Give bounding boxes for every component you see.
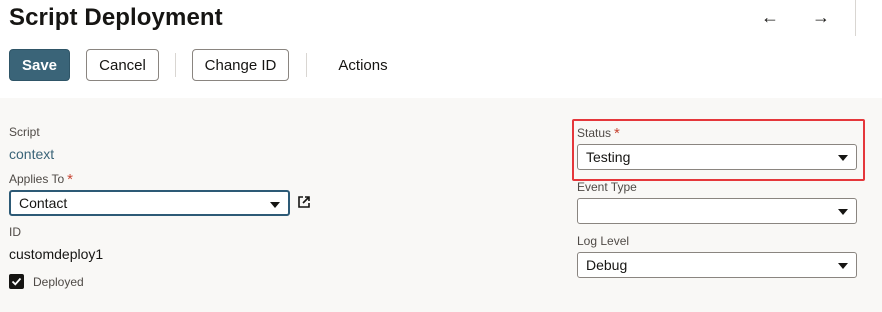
page-header: Script Deployment ← → Save Cancel Change… bbox=[0, 0, 882, 98]
change-id-button[interactable]: Change ID bbox=[192, 49, 289, 81]
actions-menu-button[interactable]: Actions bbox=[324, 49, 402, 81]
applies-to-value: Contact bbox=[19, 195, 68, 211]
applies-to-label-text: Applies To bbox=[9, 172, 65, 186]
status-value: Testing bbox=[586, 149, 631, 165]
script-link[interactable]: context bbox=[9, 146, 54, 162]
deployed-label: Deployed bbox=[33, 275, 84, 289]
chevron-down-icon bbox=[270, 202, 280, 208]
save-button[interactable]: Save bbox=[9, 49, 70, 81]
open-external-icon[interactable] bbox=[297, 195, 311, 209]
log-level-label: Log Level bbox=[577, 234, 630, 248]
required-indicator: * bbox=[614, 125, 620, 142]
arrow-left-icon[interactable]: ← bbox=[761, 6, 779, 28]
script-label: Script bbox=[9, 125, 40, 139]
status-label-text: Status bbox=[577, 126, 612, 140]
event-type-label: Event Type bbox=[577, 180, 637, 194]
log-level-select[interactable]: Debug bbox=[577, 252, 857, 278]
status-label: Status * bbox=[577, 124, 620, 142]
toolbar-divider bbox=[306, 53, 307, 77]
status-select[interactable]: Testing bbox=[577, 144, 857, 170]
page-title: Script Deployment bbox=[9, 4, 223, 31]
applies-to-label: Applies To * bbox=[9, 170, 73, 188]
event-type-select[interactable] bbox=[577, 198, 857, 224]
required-indicator: * bbox=[67, 171, 73, 188]
chevron-down-icon bbox=[838, 155, 848, 161]
applies-to-select[interactable]: Contact bbox=[9, 190, 290, 216]
id-label: ID bbox=[9, 225, 21, 239]
chevron-down-icon bbox=[838, 263, 848, 269]
checkmark-icon bbox=[11, 277, 22, 286]
deployed-checkbox[interactable] bbox=[9, 274, 24, 289]
arrow-right-icon[interactable]: → bbox=[812, 6, 830, 28]
chevron-down-icon bbox=[838, 209, 848, 215]
toolbar-divider bbox=[175, 53, 176, 77]
log-level-value: Debug bbox=[586, 257, 628, 273]
cancel-button[interactable]: Cancel bbox=[86, 49, 159, 81]
id-value: customdeploy1 bbox=[9, 246, 104, 262]
header-divider bbox=[855, 0, 856, 36]
